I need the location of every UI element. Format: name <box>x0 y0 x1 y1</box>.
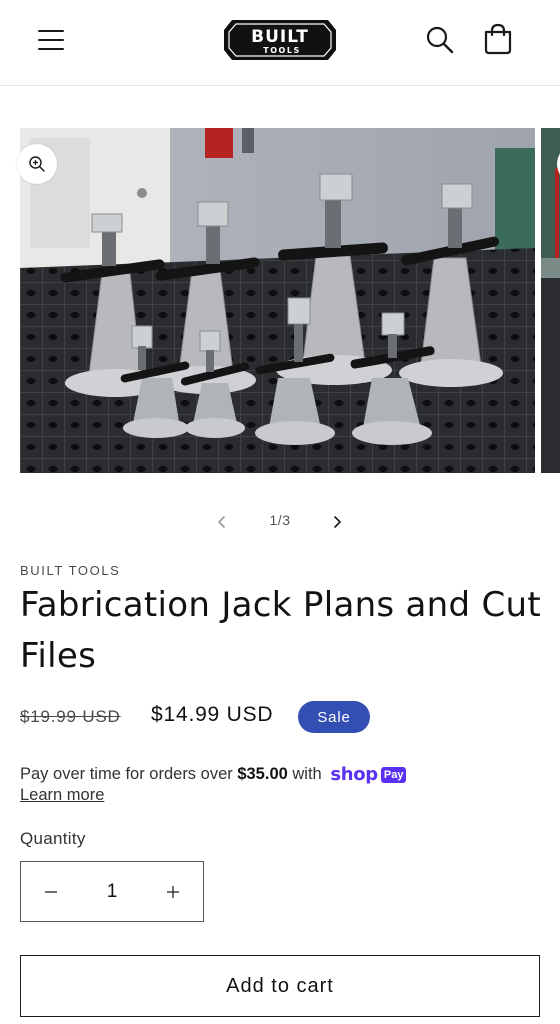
product-title: Fabrication Jack Plans and Cut Files <box>20 585 542 676</box>
minus-icon <box>45 890 57 893</box>
sale-price: $14.99 USD <box>151 703 274 726</box>
price-row: $19.99 USD $14.99 USD Sale <box>20 700 540 734</box>
logo-text-top: BUILT <box>251 27 309 47</box>
shop-pay-logo: shop Pay <box>330 763 407 787</box>
next-image-preview[interactable] <box>541 128 560 473</box>
quantity-stepper <box>20 861 204 922</box>
quantity-label: Quantity <box>20 829 86 848</box>
logo-text-bottom: TOOLS <box>263 46 300 55</box>
chevron-right-icon <box>334 516 341 528</box>
installments-amount: $35.00 <box>237 765 288 783</box>
quantity-decrease-button[interactable] <box>21 862 81 921</box>
installments-text-after: with <box>287 765 327 783</box>
quantity-increase-button[interactable] <box>143 862 203 921</box>
plus-icon <box>167 885 179 898</box>
cart-icon[interactable] <box>482 22 514 56</box>
quantity-input[interactable] <box>81 862 143 921</box>
installments-text-before: Pay over time for orders over <box>20 765 238 783</box>
slide-counter: 1/3 <box>269 512 291 528</box>
zoom-in-icon <box>29 156 45 172</box>
search-icon[interactable] <box>424 24 456 56</box>
product-gallery <box>0 128 560 474</box>
logo-badge: BUILT TOOLS <box>224 20 336 60</box>
gallery-slider-controls: 1/3 <box>0 505 560 539</box>
previous-slide-button[interactable] <box>208 508 236 536</box>
compare-at-price: $19.99 USD <box>20 707 121 726</box>
logo[interactable]: BUILT TOOLS <box>220 16 340 64</box>
shop-pay-pay-word: Pay <box>380 766 407 783</box>
next-slide-button[interactable] <box>323 508 351 536</box>
shop-pay-shop-word: shop <box>330 763 378 785</box>
installments-message: Pay over time for orders over $35.00 wit… <box>20 762 540 787</box>
product-vendor: BUILT TOOLS <box>20 563 121 578</box>
hamburger-icon[interactable] <box>38 28 66 52</box>
zoom-button[interactable] <box>17 144 57 184</box>
sale-badge: Sale <box>298 701 370 733</box>
product-image[interactable] <box>20 128 535 473</box>
learn-more-link[interactable]: Learn more <box>20 786 104 805</box>
site-header: BUILT TOOLS <box>0 0 560 86</box>
add-to-cart-button[interactable]: Add to cart <box>20 955 540 1017</box>
chevron-left-icon <box>218 516 225 528</box>
